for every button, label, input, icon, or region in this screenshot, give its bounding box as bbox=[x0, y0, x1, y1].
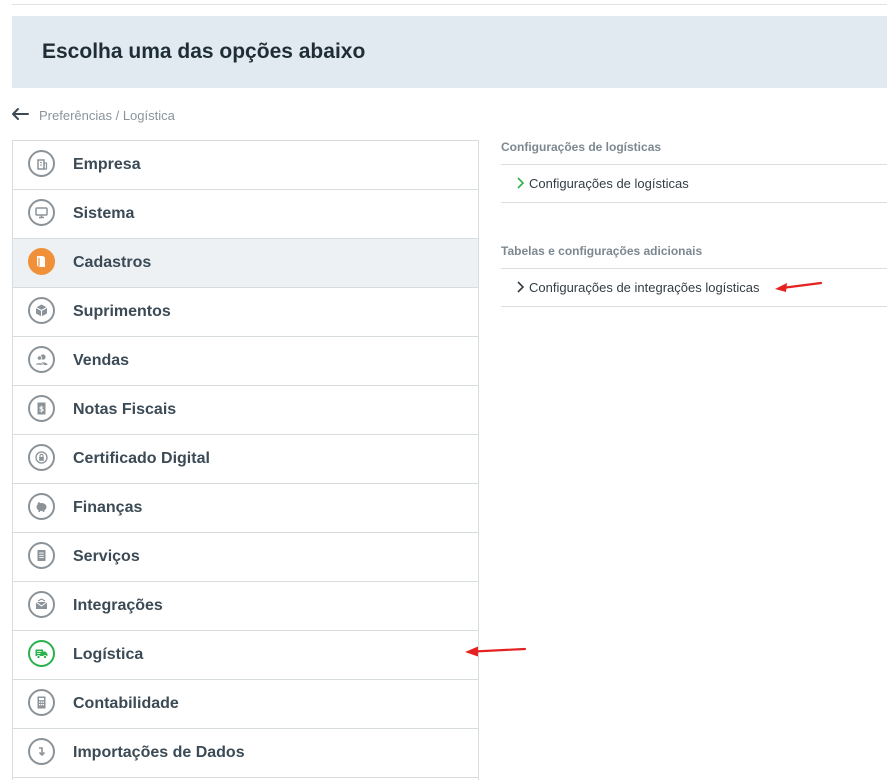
annotation-arrow-icon bbox=[465, 646, 527, 657]
menu-item-servicos[interactable]: Serviços bbox=[13, 533, 478, 582]
link-label: Configurações de logísticas bbox=[529, 176, 689, 191]
menu-item-label: Empresa bbox=[73, 156, 141, 173]
menu-item-financas[interactable]: Finanças bbox=[13, 484, 478, 533]
top-divider bbox=[12, 4, 887, 5]
menu-item-label: Certificado Digital bbox=[73, 450, 210, 467]
section-title-logistics: Configurações de logísticas bbox=[501, 140, 662, 154]
menu-item-label: Contabilidade bbox=[73, 695, 179, 712]
document-icon bbox=[28, 542, 55, 569]
page-header: Escolha uma das opções abaixo bbox=[12, 16, 887, 88]
menu-item-vendas[interactable]: Vendas bbox=[13, 337, 478, 386]
menu-item-cadastros[interactable]: Cadastros bbox=[13, 239, 478, 288]
section-title-additional-tables: Tabelas e configurações adicionais bbox=[501, 244, 703, 258]
menu-item-integracoes[interactable]: Integrações bbox=[13, 582, 478, 631]
box-icon bbox=[28, 297, 55, 324]
menu-item-label: Logística bbox=[73, 646, 144, 663]
menu-item-suprimentos[interactable]: Suprimentos bbox=[13, 288, 478, 337]
menu-item-label: Serviços bbox=[73, 548, 140, 565]
menu-item-label: Cadastros bbox=[73, 254, 152, 271]
link-configuracoes-de-logisticas[interactable]: Configurações de logísticas bbox=[501, 164, 887, 203]
menu-item-notas-fiscais[interactable]: $ Notas Fiscais bbox=[13, 386, 478, 435]
preferences-menu: Empresa Sistema Cadastros Suprimentos Ve… bbox=[12, 140, 479, 780]
lock-icon bbox=[28, 444, 55, 471]
import-icon bbox=[28, 738, 55, 765]
piggy-bank-icon bbox=[28, 493, 55, 520]
invoice-icon: $ bbox=[28, 395, 55, 422]
menu-item-empresa[interactable]: Empresa bbox=[13, 141, 478, 190]
svg-text:$: $ bbox=[39, 405, 44, 414]
monitor-icon bbox=[28, 199, 55, 226]
chevron-right-icon bbox=[517, 177, 525, 189]
menu-item-sistema[interactable]: Sistema bbox=[13, 190, 478, 239]
breadcrumb: Preferências / Logística bbox=[39, 108, 175, 123]
menu-item-importacoes-de-dados[interactable]: Importações de Dados bbox=[13, 729, 478, 778]
menu-item-logistica[interactable]: Logística bbox=[13, 631, 478, 680]
menu-item-label: Importações de Dados bbox=[73, 744, 245, 761]
truck-icon bbox=[28, 640, 55, 667]
menu-item-label: Vendas bbox=[73, 352, 130, 369]
chevron-right-icon bbox=[517, 281, 525, 293]
menu-item-label: Suprimentos bbox=[73, 303, 171, 320]
book-icon bbox=[28, 248, 55, 275]
menu-item-label: Sistema bbox=[73, 205, 135, 222]
building-icon bbox=[28, 150, 55, 177]
envelope-icon bbox=[28, 591, 55, 618]
page-title: Escolha uma das opções abaixo bbox=[42, 40, 366, 63]
menu-item-certificado-digital[interactable]: Certificado Digital bbox=[13, 435, 478, 484]
link-label: Configurações de integrações logísticas bbox=[529, 280, 760, 295]
menu-item-label: Integrações bbox=[73, 597, 163, 614]
link-configuracoes-de-integracoes-logisticas[interactable]: Configurações de integrações logísticas bbox=[501, 268, 887, 307]
menu-item-label: Notas Fiscais bbox=[73, 401, 177, 418]
calculator-icon bbox=[28, 689, 55, 716]
menu-item-label: Finanças bbox=[73, 499, 143, 516]
menu-item-contabilidade[interactable]: Contabilidade bbox=[13, 680, 478, 729]
users-icon bbox=[28, 346, 55, 373]
annotation-arrow-icon bbox=[775, 281, 823, 292]
back-arrow-icon[interactable] bbox=[10, 106, 30, 122]
